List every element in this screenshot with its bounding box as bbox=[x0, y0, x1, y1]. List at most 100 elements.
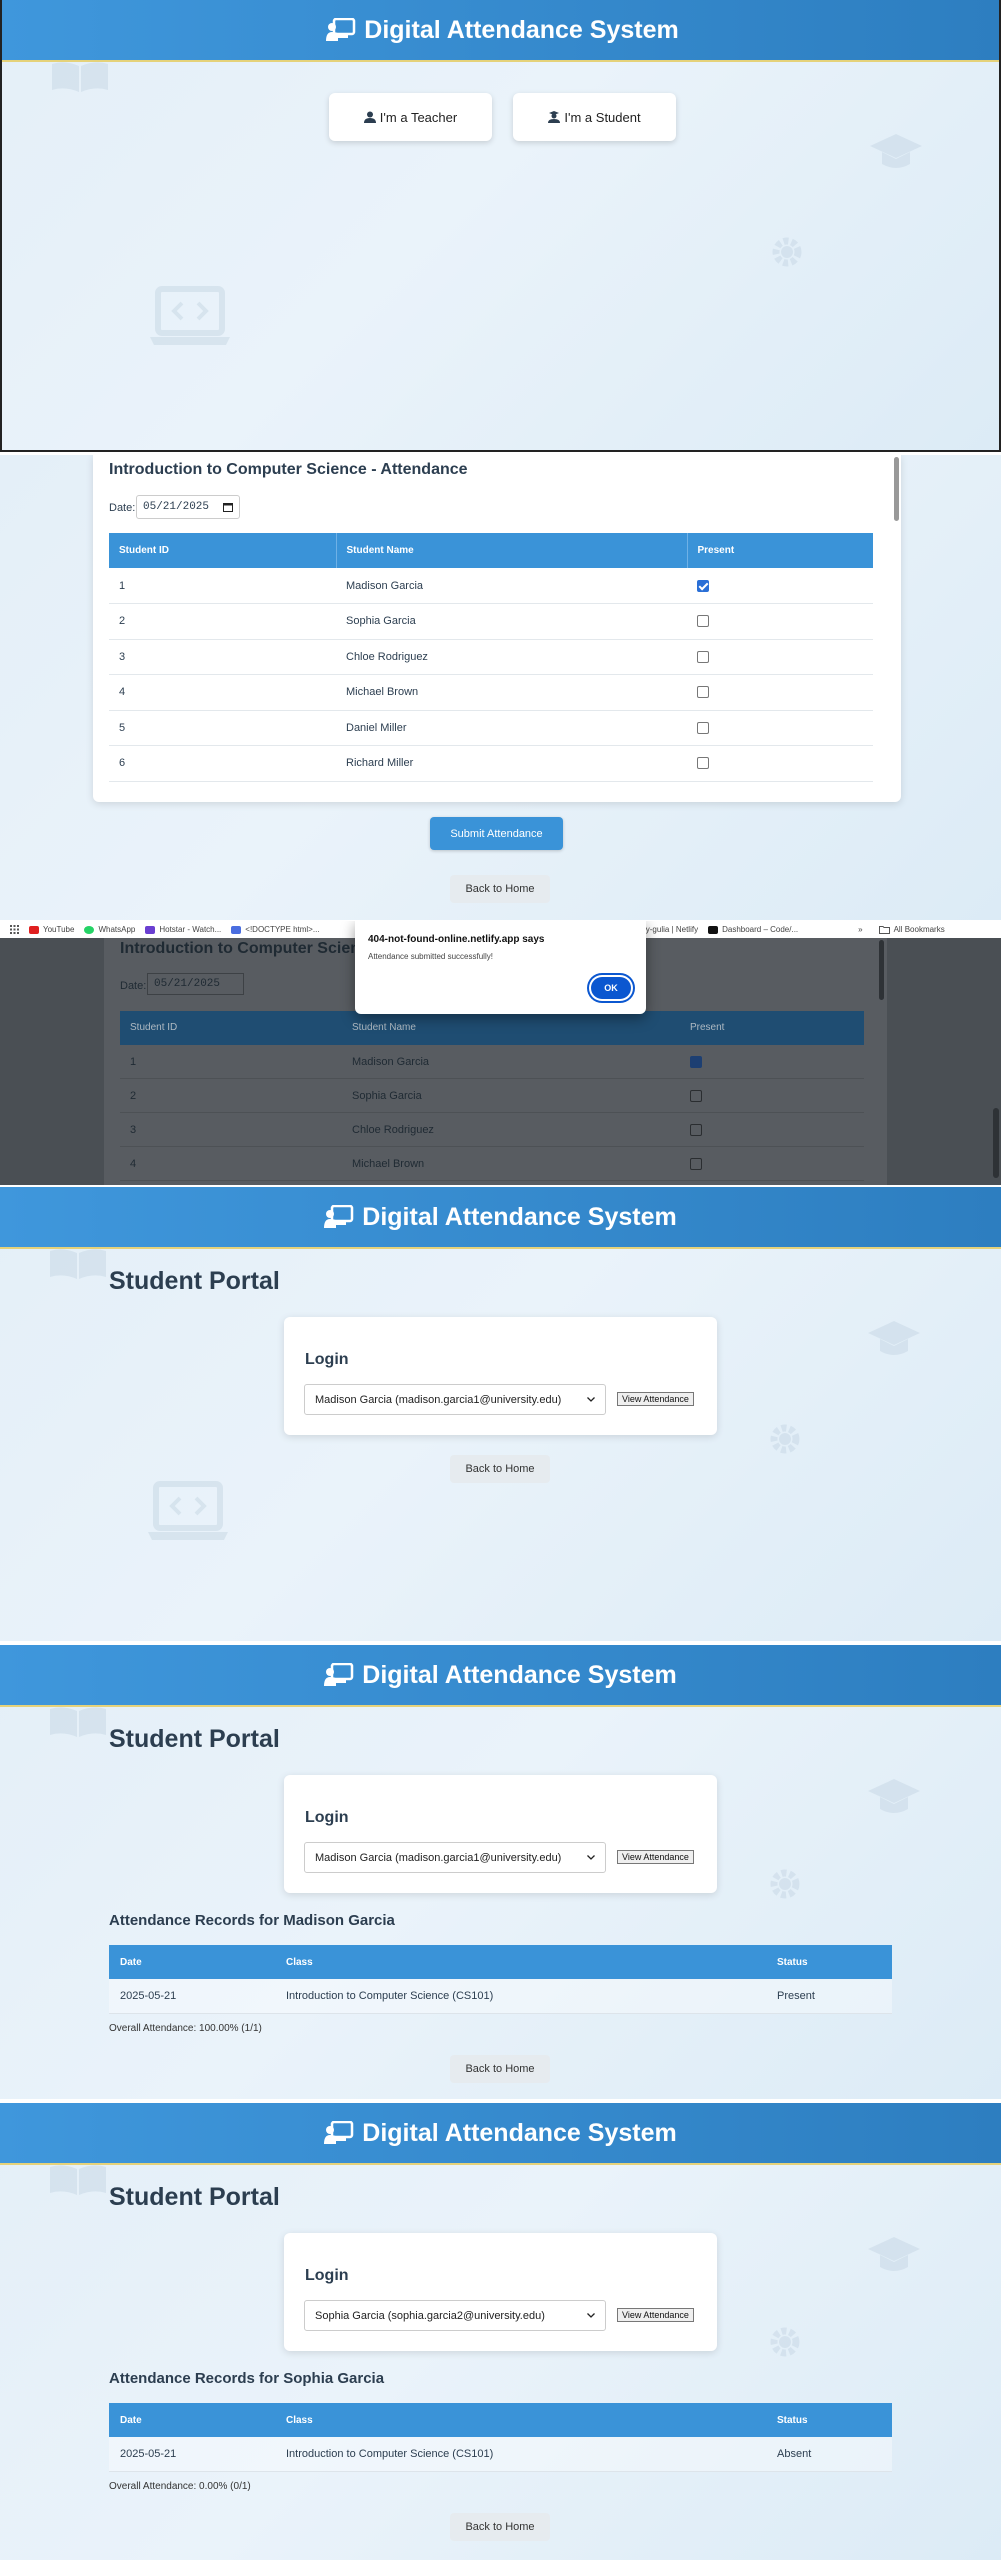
record-class: Introduction to Computer Science (CS101) bbox=[275, 1979, 766, 2014]
present-checkbox[interactable] bbox=[697, 615, 709, 628]
present-checkbox[interactable] bbox=[697, 686, 709, 699]
record-status: Present bbox=[766, 1979, 892, 2014]
student-name-cell: Daniel Miller bbox=[336, 710, 687, 746]
bookmark-doctype[interactable]: <!DOCTYPE html>... bbox=[231, 925, 320, 934]
records-header-row: Date Class Status bbox=[109, 1945, 892, 1979]
student-select-value: Madison Garcia (madison.garcia1@universi… bbox=[315, 1393, 562, 1406]
present-checkbox[interactable] bbox=[697, 650, 709, 663]
dimmed-row: 4 Michael Brown bbox=[120, 1147, 864, 1181]
present-checkbox[interactable] bbox=[697, 721, 709, 734]
laptop-code-icon bbox=[150, 286, 230, 345]
chevron-down-icon bbox=[587, 1855, 595, 1860]
teacher-role-button[interactable]: I'm a Teacher bbox=[329, 93, 492, 141]
graduation-cap-icon bbox=[870, 134, 922, 168]
table-row: 2025-05-21 Introduction to Computer Scie… bbox=[109, 1979, 892, 2014]
more-bookmarks-button[interactable]: » bbox=[858, 925, 862, 934]
dimmed-row: 3 Chloe Rodriguez bbox=[120, 1113, 864, 1147]
col-student-name: Student Name bbox=[336, 533, 688, 568]
bookmark-whatsapp[interactable]: WhatsApp bbox=[84, 925, 135, 934]
app-header: Digital Attendance System bbox=[0, 1187, 1001, 1249]
table-row: 3 Chloe Rodriguez bbox=[109, 639, 873, 675]
folder-icon bbox=[878, 925, 890, 934]
submit-attendance-button[interactable]: Submit Attendance bbox=[430, 817, 563, 850]
student-id-cell: 1 bbox=[109, 568, 336, 604]
student-role-button[interactable]: I'm a Student bbox=[513, 93, 676, 141]
app-header: Digital Attendance System bbox=[2, 0, 999, 62]
present-checkbox[interactable] bbox=[697, 579, 709, 592]
book-icon bbox=[50, 2165, 106, 2195]
date-label: Date: bbox=[109, 502, 136, 514]
record-class: Introduction to Computer Science (CS101) bbox=[275, 2437, 766, 2472]
view-attendance-button[interactable]: View Attendance bbox=[617, 1850, 694, 1864]
book-icon bbox=[50, 1249, 106, 1279]
student-portal-screen-2: Digital Attendance System Student Portal… bbox=[0, 1645, 1001, 2099]
view-attendance-button[interactable]: View Attendance bbox=[617, 1392, 694, 1406]
back-to-home-button[interactable]: Back to Home bbox=[450, 2513, 550, 2541]
student-name-cell: Sophia Garcia bbox=[336, 603, 687, 640]
alert-site-title: 404-not-found-online.netlify.app says bbox=[368, 934, 545, 945]
records-title: Attendance Records for Madison Garcia bbox=[109, 1912, 395, 1929]
gear-icon bbox=[770, 2327, 800, 2357]
student-id-cell: 4 bbox=[109, 674, 336, 711]
chevron-down-icon bbox=[587, 2313, 595, 2318]
laptop-code-icon bbox=[148, 1481, 228, 1540]
back-to-home-button[interactable]: Back to Home bbox=[450, 1455, 550, 1483]
student-id-cell: 2 bbox=[109, 603, 336, 640]
hotstar-icon bbox=[145, 925, 156, 934]
student-id-cell: 6 bbox=[109, 745, 336, 782]
book-icon bbox=[52, 62, 108, 92]
dimmed-date-label: Date: bbox=[120, 980, 147, 992]
student-select[interactable]: Madison Garcia (madison.garcia1@universi… bbox=[304, 1842, 606, 1873]
table-row: 2 Sophia Garcia bbox=[109, 603, 873, 640]
doctype-icon bbox=[231, 925, 242, 934]
records-header-row: Date Class Status bbox=[109, 2403, 892, 2437]
teacher-board-icon bbox=[326, 18, 356, 41]
overall-attendance: Overall Attendance: 0.00% (0/1) bbox=[109, 2481, 251, 2492]
overall-attendance: Overall Attendance: 100.00% (1/1) bbox=[109, 2023, 262, 2034]
app-title: Digital Attendance System bbox=[364, 15, 679, 44]
back-to-home-button[interactable]: Back to Home bbox=[450, 2055, 550, 2083]
bookmark-dashboard[interactable]: Dashboard – Code/... bbox=[708, 925, 798, 934]
alert-ok-button[interactable]: OK bbox=[591, 977, 631, 999]
view-attendance-button[interactable]: View Attendance bbox=[617, 2308, 694, 2322]
bookmark-youtube[interactable]: YouTube bbox=[29, 925, 74, 934]
class-attendance-title: Introduction to Computer Science - Atten… bbox=[109, 461, 468, 478]
records-table: Date Class Status 2025-05-21 Introductio… bbox=[109, 2403, 892, 2472]
present-checkbox[interactable] bbox=[697, 757, 709, 770]
date-value: 05/21/2025 bbox=[143, 501, 210, 513]
records-table: Date Class Status 2025-05-21 Introductio… bbox=[109, 1945, 892, 2014]
app-header: Digital Attendance System bbox=[0, 1645, 1001, 1707]
apps-grid-icon[interactable] bbox=[10, 925, 19, 934]
col-present: Present bbox=[687, 533, 873, 568]
all-bookmarks[interactable]: All Bookmarks bbox=[878, 925, 945, 934]
student-select[interactable]: Sophia Garcia (sophia.garcia2@university… bbox=[304, 2300, 606, 2331]
dimmed-row: 2 Sophia Garcia bbox=[120, 1079, 864, 1113]
app-title: Digital Attendance System bbox=[362, 1202, 677, 1231]
page-scrollbar[interactable] bbox=[993, 1108, 999, 1178]
graduation-cap-icon bbox=[868, 2237, 920, 2271]
whatsapp-icon bbox=[84, 925, 95, 934]
bookmark-hotstar[interactable]: Hotstar - Watch... bbox=[145, 925, 221, 934]
teacher-board-icon bbox=[324, 2121, 354, 2144]
table-row: 5 Daniel Miller bbox=[109, 710, 873, 746]
dimmed-row: 1 Madison Garcia bbox=[120, 1045, 864, 1079]
student-select-value: Sophia Garcia (sophia.garcia2@university… bbox=[315, 2309, 545, 2322]
dashboard-icon bbox=[708, 925, 719, 934]
home-screen: Digital Attendance System I'm a Teacher … bbox=[0, 0, 1001, 452]
calendar-icon bbox=[223, 503, 233, 512]
col-date: Date bbox=[109, 2403, 275, 2437]
table-row: 2025-05-21 Introduction to Computer Scie… bbox=[109, 2437, 892, 2472]
table-scrollbar[interactable] bbox=[894, 457, 899, 521]
records-title: Attendance Records for Sophia Garcia bbox=[109, 2370, 385, 2387]
dimmed-date-input: 05/21/2025 bbox=[147, 973, 244, 995]
login-card: Login Madison Garcia (madison.garcia1@un… bbox=[284, 1317, 717, 1435]
student-select[interactable]: Madison Garcia (madison.garcia1@universi… bbox=[304, 1384, 606, 1415]
page-title: Student Portal bbox=[109, 1267, 280, 1295]
attendance-header-row: Student ID Student Name Present bbox=[109, 533, 873, 568]
dimmed-scrollbar bbox=[879, 940, 884, 1000]
student-portal-screen-3: Digital Attendance System Student Portal… bbox=[0, 2103, 1001, 2560]
date-input[interactable]: 05/21/2025 bbox=[136, 495, 240, 519]
back-to-home-button[interactable]: Back to Home bbox=[450, 875, 550, 903]
gear-icon bbox=[770, 1424, 800, 1454]
col-status: Status bbox=[766, 1945, 892, 1979]
